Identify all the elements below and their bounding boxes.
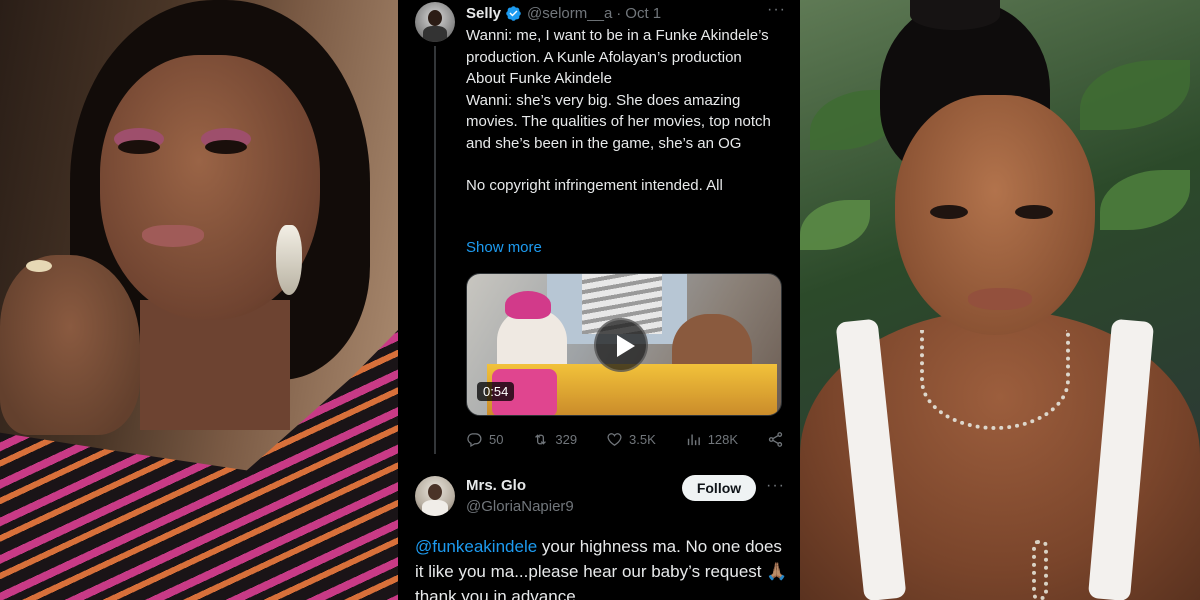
tweet-line: Wanni: me, I want to be in a Funke Akind… — [466, 27, 769, 66]
tweet-line: About Funke Akindele — [466, 70, 612, 87]
background-leaf — [800, 200, 870, 250]
avatar-body — [423, 26, 447, 42]
tweet-line: No copyright infringement intended. All — [466, 177, 723, 194]
tweet-thread-screenshot: Selly @selorm__a · Oct 1 ··· Wanni: me, … — [398, 0, 800, 600]
reply-display-name[interactable]: Mrs. Glo — [466, 477, 526, 494]
views-bar-chart-icon — [687, 434, 700, 445]
tweet-actions-bar: 50 329 3.5K 128K — [466, 428, 784, 450]
portrait-eye — [1015, 205, 1053, 219]
share-icon — [768, 431, 783, 447]
more-options-icon[interactable]: ··· — [767, 1, 786, 19]
mention-link[interactable]: @funkeakindele — [415, 537, 537, 556]
portrait-eye — [118, 140, 160, 154]
portrait-hand — [0, 255, 140, 435]
repost-icon — [535, 433, 547, 445]
tweet-body: Wanni: me, I want to be in a Funke Akind… — [466, 25, 786, 197]
portrait-earring — [276, 225, 302, 295]
verified-badge-icon — [506, 5, 521, 21]
avatar-head — [428, 10, 442, 26]
video-player[interactable]: 0:54 — [466, 273, 782, 416]
portrait-eye — [205, 140, 247, 154]
portrait-lips — [142, 225, 204, 247]
repost-count: 329 — [555, 431, 578, 447]
left-portrait-photo — [0, 0, 398, 600]
show-more-link[interactable]: Show more — [466, 239, 542, 256]
portrait-hair-bun — [910, 0, 1000, 30]
video-headwrap — [505, 291, 551, 319]
mrs-glo-avatar[interactable] — [415, 476, 455, 516]
reply-user-handle[interactable]: @GloriaNapier9 — [466, 498, 574, 515]
like-count: 3.5K — [629, 431, 656, 447]
tweet-header: Selly @selorm__a · Oct 1 ··· — [466, 1, 786, 23]
selly-avatar[interactable] — [415, 2, 455, 42]
portrait-necklace — [920, 330, 1070, 430]
tweet-blank-line — [466, 154, 786, 175]
avatar-body — [422, 500, 448, 516]
reply-count: 50 — [489, 431, 504, 447]
play-icon[interactable] — [594, 318, 648, 372]
thread-connector-line — [434, 46, 436, 454]
repost-button[interactable]: 329 — [532, 431, 577, 448]
tweet-line: Wanni: she’s very big. She does amazing … — [466, 91, 771, 152]
avatar-head — [428, 484, 442, 500]
separator-dot: · — [616, 4, 622, 22]
reply-button[interactable]: 50 — [466, 431, 503, 448]
background-leaf — [1080, 60, 1190, 130]
portrait-eye — [930, 205, 968, 219]
tweet-date[interactable]: Oct 1 — [625, 5, 661, 22]
background-leaf — [1100, 170, 1190, 230]
like-button[interactable]: 3.5K — [606, 431, 656, 448]
more-options-icon[interactable]: ··· — [766, 477, 785, 495]
portrait-bracelet — [1032, 540, 1048, 600]
views-count: 128K — [707, 431, 739, 447]
portrait-lips — [968, 288, 1032, 310]
heart-icon — [607, 432, 622, 446]
reply-tweet-body: @funkeakindele your highness ma. No one … — [415, 534, 790, 600]
user-handle[interactable]: @selorm__a — [527, 5, 612, 22]
views-button[interactable]: 128K — [685, 431, 738, 448]
portrait-ring — [26, 260, 52, 272]
right-portrait-photo — [800, 0, 1200, 600]
follow-button[interactable]: Follow — [682, 475, 756, 501]
reply-icon — [467, 432, 482, 447]
share-button[interactable] — [767, 431, 784, 448]
video-duration: 0:54 — [477, 382, 515, 401]
display-name[interactable]: Selly — [466, 5, 501, 22]
